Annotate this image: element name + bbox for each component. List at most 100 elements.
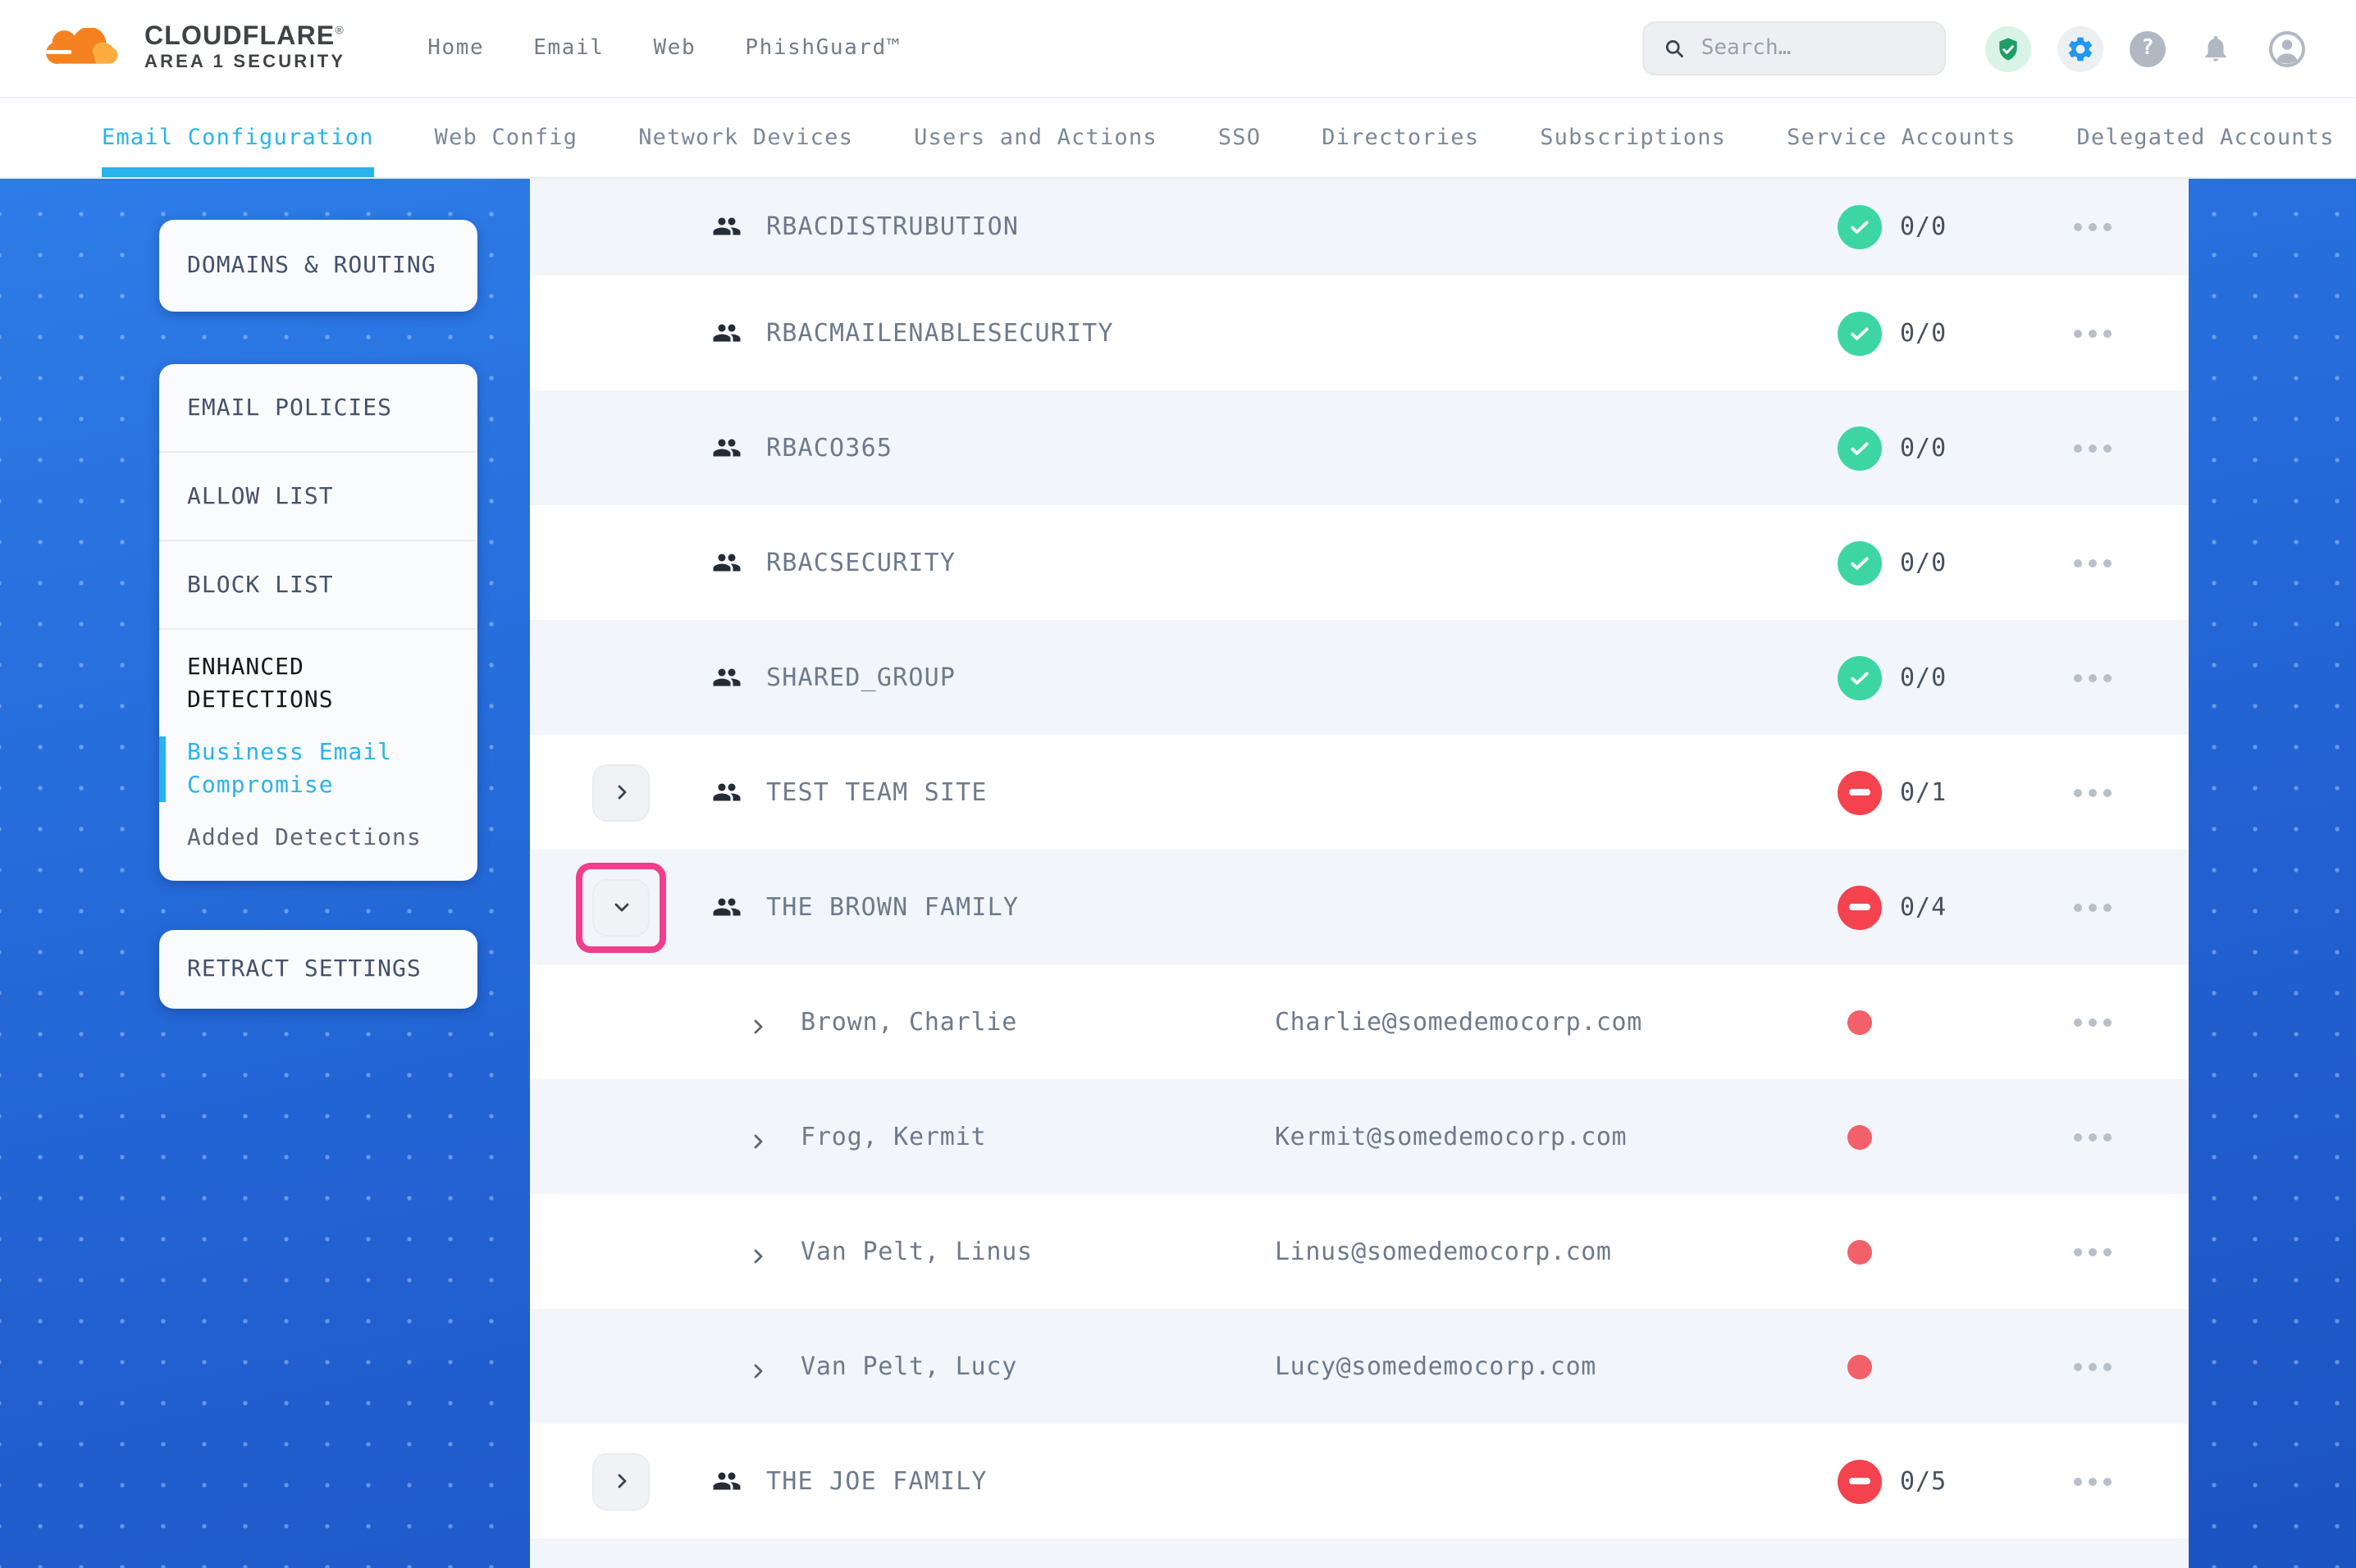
row-actions-menu[interactable] bbox=[2074, 329, 2112, 337]
member-email: Linus@somedemocorp.com bbox=[1275, 1237, 1612, 1266]
group-row: RBACO365 0/0 bbox=[530, 390, 2189, 505]
member-email: Charlie@somedemocorp.com bbox=[1275, 1007, 1642, 1037]
group-name: THE JOE FAMILY bbox=[766, 1466, 988, 1496]
row-actions-menu[interactable] bbox=[2074, 558, 2112, 567]
row-actions-menu[interactable] bbox=[2074, 1477, 2112, 1485]
sidebar-item-retract-settings[interactable]: RETRACT SETTINGS bbox=[159, 930, 477, 1009]
tab-sso[interactable]: SSO bbox=[1218, 98, 1261, 177]
row-actions-menu[interactable] bbox=[2074, 903, 2112, 911]
search-icon bbox=[1664, 36, 1685, 61]
group-name: RBACDISTRUBUTION bbox=[766, 212, 1019, 241]
brand-subtitle: AREA 1 SECURITY bbox=[144, 53, 345, 74]
minus-circle-icon bbox=[1838, 770, 1882, 814]
check-circle-icon bbox=[1838, 540, 1882, 585]
group-people-icon bbox=[712, 777, 742, 807]
chevron-right-icon[interactable] bbox=[748, 1356, 768, 1376]
sidebar-item-domains-routing[interactable]: DOMAINS & ROUTING bbox=[159, 220, 477, 312]
row-actions-menu[interactable] bbox=[2074, 1018, 2112, 1026]
primary-nav-item-web[interactable]: Web bbox=[654, 36, 696, 61]
group-people-icon bbox=[712, 548, 742, 577]
chevron-right-icon bbox=[611, 1471, 631, 1491]
group-people-icon bbox=[712, 212, 742, 241]
group-people-icon bbox=[712, 663, 742, 692]
section-tabbar: Email Configuration Web Config Network Dev… bbox=[0, 98, 2356, 177]
member-row: Van Pelt, LucyLucy@somedemocorp.com bbox=[530, 1309, 2189, 1424]
primary-nav: Home Email Web PhishGuard™ bbox=[427, 36, 901, 61]
sidebar-item-allow-list[interactable]: ALLOW LIST bbox=[159, 453, 477, 541]
row-actions-menu[interactable] bbox=[2074, 788, 2112, 796]
account-icon[interactable] bbox=[2264, 25, 2310, 71]
sidebar-item-added-detections[interactable]: Added Detections bbox=[187, 822, 450, 855]
chevron-right-icon bbox=[611, 782, 631, 802]
collapse-group-button[interactable] bbox=[592, 878, 650, 936]
expand-group-button[interactable] bbox=[592, 1452, 650, 1510]
primary-nav-item-home[interactable]: Home bbox=[427, 36, 484, 61]
cloudflare-logo[interactable]: CLOUDFLARE® AREA 1 SECURITY bbox=[39, 23, 345, 74]
help-icon[interactable]: ? bbox=[2130, 30, 2166, 66]
minus-circle-icon bbox=[1838, 1459, 1882, 1503]
member-count: 0/0 bbox=[1900, 663, 1947, 692]
row-actions-menu[interactable] bbox=[2074, 1133, 2112, 1141]
tab-email-configuration[interactable]: Email Configuration bbox=[102, 98, 374, 177]
tab-directories[interactable]: Directories bbox=[1322, 98, 1479, 177]
group-row: RBACSECURITY0/0 bbox=[530, 505, 2189, 620]
chevron-right-icon[interactable] bbox=[748, 1012, 768, 1032]
search-box[interactable] bbox=[1642, 21, 1946, 75]
primary-nav-item-phishguard[interactable]: PhishGuard™ bbox=[745, 36, 901, 61]
expand-group-button[interactable] bbox=[592, 763, 650, 821]
group-name: RBACMAILENABLESECURITY bbox=[766, 318, 1114, 348]
row-actions-menu[interactable] bbox=[2074, 444, 2112, 452]
minus-circle-icon bbox=[1838, 885, 1882, 929]
tab-service-accounts[interactable]: Service Accounts bbox=[1787, 98, 2016, 177]
row-actions-menu[interactable] bbox=[2074, 222, 2112, 230]
member-count: 0/4 bbox=[1900, 892, 1947, 922]
row-actions-menu[interactable] bbox=[2074, 673, 2112, 681]
member-row: Brown, CharlieCharlie@somedemocorp.com bbox=[530, 964, 2189, 1079]
tab-web-config[interactable]: Web Config bbox=[435, 98, 578, 177]
tab-network-devices[interactable]: Network Devices bbox=[638, 98, 853, 177]
tab-users-and-actions[interactable]: Users and Actions bbox=[914, 98, 1157, 177]
tab-subscriptions[interactable]: Subscriptions bbox=[1540, 98, 1726, 177]
primary-nav-item-email[interactable]: Email bbox=[533, 36, 604, 61]
member-status-dot bbox=[1847, 1354, 1872, 1379]
group-row: SHARED_GROUP0/0 bbox=[530, 620, 2189, 735]
cloudflare-cloud-icon bbox=[39, 27, 128, 70]
member-name: Van Pelt, Lucy bbox=[801, 1351, 1017, 1381]
member-row: Frog, KermitKermit@somedemocorp.com bbox=[530, 1079, 2189, 1194]
member-status-dot bbox=[1847, 1239, 1872, 1264]
brand-name: CLOUDFLARE® bbox=[144, 23, 345, 53]
group-name: THE BROWN FAMILY bbox=[766, 892, 1019, 922]
sidebar-section-enhanced-detections: ENHANCED DETECTIONS Business Email Compr… bbox=[159, 630, 477, 881]
partial-next-row bbox=[530, 1538, 2189, 1568]
sidebar-item-block-list[interactable]: BLOCK LIST bbox=[159, 541, 477, 630]
sidebar-item-business-email-compromise[interactable]: Business Email Compromise bbox=[159, 736, 450, 802]
group-people-icon bbox=[712, 318, 742, 348]
status-badge: 0/5 bbox=[1838, 1459, 1947, 1503]
chevron-right-icon[interactable] bbox=[748, 1127, 768, 1146]
status-badge: 0/0 bbox=[1838, 426, 1947, 470]
member-email: Kermit@somedemocorp.com bbox=[1275, 1122, 1627, 1151]
group-people-icon bbox=[712, 892, 742, 922]
status-badge: 0/0 bbox=[1838, 204, 1947, 248]
row-actions-menu[interactable] bbox=[2074, 1362, 2112, 1370]
row-actions-menu[interactable] bbox=[2074, 1247, 2112, 1256]
highlight-annotation-box bbox=[576, 862, 666, 952]
member-count: 0/0 bbox=[1900, 433, 1947, 463]
notifications-bell-icon[interactable] bbox=[2192, 25, 2238, 71]
status-badge: 0/0 bbox=[1838, 311, 1947, 355]
sidebar-item-email-policies[interactable]: EMAIL POLICIES bbox=[159, 364, 477, 453]
enhanced-detections-title: ENHANCED DETECTIONS bbox=[187, 651, 450, 717]
group-name: RBACO365 bbox=[766, 433, 893, 463]
settings-gear-icon[interactable] bbox=[2057, 25, 2103, 71]
top-header: CLOUDFLARE® AREA 1 SECURITY Home Email Web… bbox=[0, 0, 2356, 98]
tab-delegated-accounts[interactable]: Delegated Accounts bbox=[2076, 98, 2334, 177]
member-count: 0/1 bbox=[1900, 777, 1947, 807]
member-row: Van Pelt, LinusLinus@somedemocorp.com bbox=[530, 1194, 2189, 1309]
chevron-right-icon[interactable] bbox=[748, 1242, 768, 1261]
sidebar: DOMAINS & ROUTING EMAIL POLICIESALLOW LI… bbox=[159, 220, 477, 1009]
group-row: THE JOE FAMILY 0/5 bbox=[530, 1424, 2189, 1538]
group-row: TEST TEAM SITE0/1 bbox=[530, 735, 2189, 850]
search-input[interactable] bbox=[1701, 36, 1925, 61]
shield-check-icon[interactable] bbox=[1985, 25, 2031, 71]
check-circle-icon bbox=[1838, 426, 1882, 470]
